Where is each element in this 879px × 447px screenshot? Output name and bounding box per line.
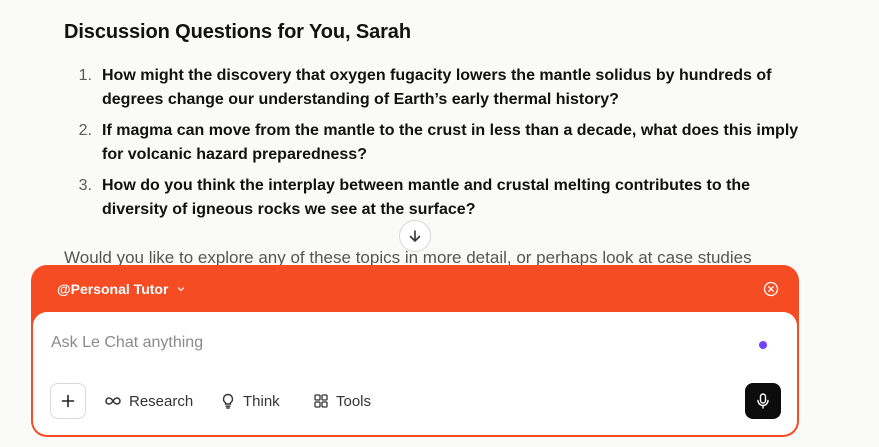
microphone-icon bbox=[757, 393, 769, 409]
research-button[interactable]: Research bbox=[105, 390, 193, 412]
question-text: If magma can move from the mantle to the… bbox=[102, 122, 799, 163]
voice-input-button[interactable] bbox=[745, 383, 781, 419]
prompt-input[interactable] bbox=[51, 330, 711, 356]
list-item: 3. How do you think the interplay betwee… bbox=[64, 174, 804, 222]
think-label: Think bbox=[243, 392, 280, 410]
grid-icon bbox=[314, 394, 328, 408]
infinity-icon bbox=[105, 396, 121, 406]
agent-selector[interactable]: @Personal Tutor bbox=[31, 265, 799, 313]
close-agent-button[interactable] bbox=[763, 281, 779, 297]
think-button[interactable]: Think bbox=[221, 390, 280, 412]
lightbulb-icon bbox=[221, 393, 235, 409]
chevron-down-icon bbox=[176, 284, 186, 294]
list-number: 3. bbox=[78, 177, 92, 194]
arrow-down-icon bbox=[409, 230, 421, 242]
close-circle-icon bbox=[763, 281, 779, 297]
plus-icon bbox=[61, 394, 75, 408]
list-item: 2. If magma can move from the mantle to … bbox=[64, 119, 804, 167]
list-item: 1. How might the discovery that oxygen f… bbox=[64, 64, 804, 112]
research-label: Research bbox=[129, 392, 194, 410]
scroll-to-bottom-button[interactable] bbox=[399, 220, 431, 252]
add-attachment-button[interactable] bbox=[50, 383, 86, 419]
question-text: How might the discovery that oxygen fuga… bbox=[102, 67, 772, 108]
question-text: How do you think the interplay between m… bbox=[102, 177, 751, 218]
tools-button[interactable]: Tools bbox=[314, 390, 371, 412]
composer-body: Research Think Tools bbox=[33, 312, 797, 435]
agent-label: @Personal Tutor bbox=[57, 281, 169, 297]
chat-composer: @Personal Tutor Research Think bbox=[31, 265, 799, 437]
list-number: 1. bbox=[78, 67, 92, 84]
status-dot bbox=[759, 341, 767, 349]
list-number: 2. bbox=[78, 122, 92, 139]
questions-list: 1. How might the discovery that oxygen f… bbox=[64, 64, 804, 229]
tools-label: Tools bbox=[336, 392, 372, 410]
message-heading: Discussion Questions for You, Sarah bbox=[64, 21, 411, 43]
